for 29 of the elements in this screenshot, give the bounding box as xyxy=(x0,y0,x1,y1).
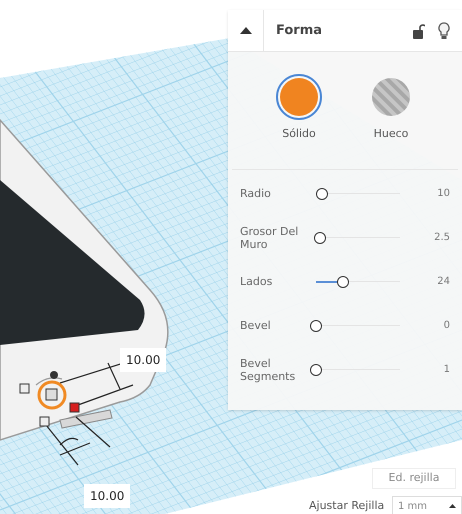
slider-value: 1 xyxy=(444,363,450,377)
snap-grid-select[interactable]: 1 mm xyxy=(392,496,462,514)
slider-label: Bevel xyxy=(240,319,272,332)
caret-up-icon xyxy=(449,504,456,508)
slider-value: 24 xyxy=(437,275,450,289)
fill-option[interactable]: Sólido xyxy=(267,74,331,142)
panel-title: Forma xyxy=(276,22,322,40)
edit-grid-button[interactable]: Ed. rejilla xyxy=(372,468,456,489)
slider-value: 10 xyxy=(437,187,450,201)
slider-thumb[interactable] xyxy=(316,188,328,200)
solid-swatch-icon xyxy=(280,78,318,116)
slider-value: 0 xyxy=(444,319,450,333)
hole-swatch-icon xyxy=(372,78,410,116)
dimension-label: 10.00 xyxy=(84,484,130,508)
slider-label: Grosor Del Muro xyxy=(240,224,300,250)
lock-open-icon[interactable] xyxy=(413,22,425,38)
caret-up-icon xyxy=(240,27,252,34)
slider-thumb[interactable] xyxy=(336,276,349,288)
dimension-label: 10.00 xyxy=(120,348,166,372)
snap-grid-label: Ajustar Rejilla xyxy=(309,498,384,514)
slider-label: Radio xyxy=(240,187,272,200)
slider-thumb[interactable] xyxy=(310,320,322,332)
slider-value: 2.5 xyxy=(434,231,450,245)
lightbulb-icon[interactable] xyxy=(438,22,450,40)
slider-thumb[interactable] xyxy=(310,364,322,376)
fill-option[interactable]: Hueco xyxy=(359,74,423,142)
slider-label: Lados xyxy=(240,275,274,288)
slider-label: Bevel Segments xyxy=(240,356,296,382)
slider-thumb[interactable] xyxy=(314,232,326,244)
